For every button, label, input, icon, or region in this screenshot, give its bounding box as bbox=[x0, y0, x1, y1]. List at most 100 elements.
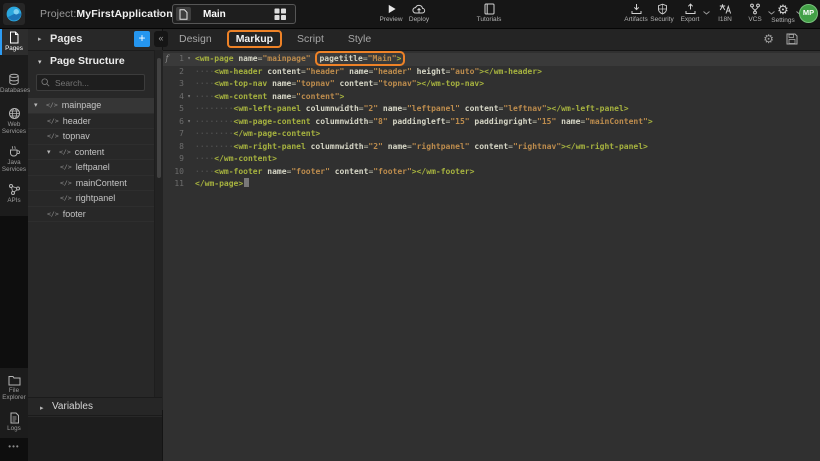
gutter-marker bbox=[163, 141, 171, 154]
rail-item-apis[interactable]: APIs bbox=[0, 180, 28, 204]
tab-style[interactable]: Style bbox=[348, 33, 371, 45]
caret-down-icon[interactable]: ▾ bbox=[34, 101, 46, 109]
line-number: 4 bbox=[171, 91, 184, 104]
code-text: ····<wm-footer name="footer" content="fo… bbox=[194, 166, 474, 179]
save-button[interactable] bbox=[786, 33, 798, 45]
log-file-icon bbox=[9, 412, 20, 424]
search-icon bbox=[41, 78, 50, 87]
panel-scrollbar[interactable] bbox=[154, 50, 163, 410]
play-icon bbox=[386, 3, 397, 15]
code-widget-icon: </> bbox=[46, 101, 58, 109]
gutter-marker bbox=[163, 178, 171, 191]
user-avatar[interactable]: MP bbox=[799, 4, 818, 23]
translate-icon bbox=[719, 3, 732, 15]
fold-caret-icon[interactable]: ▾ bbox=[184, 91, 194, 104]
wavemaker-logo-icon[interactable] bbox=[3, 3, 25, 25]
editor-tabbar: Design Markup Script Style ⚙ bbox=[163, 28, 820, 51]
fold-caret-icon[interactable]: ▾ bbox=[184, 53, 194, 66]
code-widget-icon: </> bbox=[60, 179, 72, 187]
fold-caret-icon bbox=[184, 178, 194, 191]
deploy-button[interactable]: Deploy bbox=[403, 3, 435, 23]
markup-code-editor[interactable]: f1▾<wm-page name="mainpage" pagetitle="M… bbox=[163, 50, 820, 461]
tutorials-button[interactable]: Tutorials bbox=[472, 3, 506, 23]
code-widget-icon: </> bbox=[47, 132, 59, 140]
add-page-button[interactable]: + bbox=[134, 31, 150, 47]
code-line-11[interactable]: 11</wm-page> bbox=[163, 178, 820, 191]
rail-more-button[interactable]: ••• bbox=[0, 442, 28, 451]
fold-caret-icon[interactable]: ▾ bbox=[184, 116, 194, 129]
variables-title: Variables bbox=[52, 401, 93, 412]
fold-caret-icon bbox=[184, 66, 194, 79]
i18n-button[interactable]: I18N bbox=[708, 3, 742, 23]
code-widget-icon: </> bbox=[60, 194, 72, 202]
code-text: ········</wm-page-content> bbox=[194, 128, 320, 141]
line-number: 8 bbox=[171, 141, 184, 154]
variables-section-header[interactable]: ▸ Variables bbox=[28, 397, 162, 416]
grid-view-icon[interactable] bbox=[274, 8, 287, 21]
code-line-5[interactable]: 5········<wm-left-panel columnwidth="2" … bbox=[163, 103, 820, 116]
code-line-9[interactable]: 9····</wm-content> bbox=[163, 153, 820, 166]
text-cursor bbox=[244, 178, 249, 187]
panel-scrollbar-thumb[interactable] bbox=[157, 58, 161, 178]
tree-item-mainpage[interactable]: ▾</>mainpage bbox=[28, 98, 154, 114]
code-line-10[interactable]: 10 ····<wm-footer name="footer" content="… bbox=[163, 166, 820, 179]
code-line-4[interactable]: 4▾····<wm-content name="content"> bbox=[163, 91, 820, 104]
code-line-6[interactable]: 6▾········<wm-page-content columnwidth="… bbox=[163, 116, 820, 129]
open-page-tab[interactable]: Main bbox=[172, 4, 296, 24]
rail-item-logs[interactable]: Logs bbox=[0, 409, 28, 432]
collapse-panel-button[interactable]: « bbox=[154, 31, 168, 47]
export-button[interactable]: Export bbox=[673, 3, 707, 23]
rail-item-databases[interactable]: Databases bbox=[0, 70, 28, 94]
markup-settings-gear-icon[interactable]: ⚙ bbox=[763, 32, 774, 46]
tree-item-mainContent[interactable]: </>mainContent bbox=[28, 176, 154, 192]
code-widget-icon: </> bbox=[47, 117, 59, 125]
tree-item-content[interactable]: ▾</>content bbox=[28, 145, 154, 161]
tab-markup[interactable]: Markup bbox=[227, 30, 282, 48]
line-number: 10 bbox=[171, 166, 184, 179]
tab-design[interactable]: Design bbox=[179, 33, 212, 45]
code-line-2[interactable]: 2····<wm-header content="header" name="h… bbox=[163, 66, 820, 79]
tree-item-label: topnav bbox=[63, 131, 90, 141]
project-breadcrumb: Project:MyFirstApplication bbox=[40, 8, 173, 20]
code-line-3[interactable]: 3····<wm-top-nav name="topnav" content="… bbox=[163, 78, 820, 91]
database-icon bbox=[8, 73, 20, 86]
caret-down-icon[interactable]: ▾ bbox=[38, 58, 42, 66]
folder-icon bbox=[8, 375, 21, 386]
book-icon bbox=[484, 3, 495, 15]
rail-item-pages[interactable]: Pages bbox=[0, 28, 28, 55]
tree-item-leftpanel[interactable]: </>leftpanel bbox=[28, 160, 154, 176]
code-line-1[interactable]: f1▾<wm-page name="mainpage" pagetitle="M… bbox=[163, 53, 820, 66]
structure-search[interactable] bbox=[36, 74, 145, 91]
code-text: ····</wm-content> bbox=[194, 153, 277, 166]
tree-item-header[interactable]: </>header bbox=[28, 114, 154, 130]
tree-item-topnav[interactable]: </> topnav bbox=[28, 129, 154, 145]
pages-panel-header: ▸ Pages + bbox=[28, 28, 162, 51]
code-line-8[interactable]: 8········<wm-right-panel columnwidth="2"… bbox=[163, 141, 820, 154]
rail-item-web-services[interactable]: Web Services bbox=[0, 104, 28, 135]
fold-caret-icon bbox=[184, 78, 194, 91]
pages-panel: ▸ Pages + « ▾ Page Structure ▾</>mainpag… bbox=[28, 28, 163, 461]
rail-item-java-services[interactable]: Java Services bbox=[0, 142, 28, 173]
caret-down-icon[interactable]: ▾ bbox=[47, 148, 59, 156]
rail-item-file-explorer[interactable]: File Explorer bbox=[0, 372, 28, 401]
shield-icon bbox=[657, 3, 668, 15]
gutter-marker: f bbox=[163, 53, 171, 66]
code-widget-icon: </> bbox=[60, 163, 72, 171]
caret-right-icon[interactable]: ▸ bbox=[38, 35, 42, 43]
code-widget-icon: </> bbox=[59, 148, 71, 156]
top-bar: Project:MyFirstApplication › Main Previe… bbox=[0, 0, 820, 29]
tab-script[interactable]: Script bbox=[297, 33, 324, 45]
page-structure-header[interactable]: ▾ Page Structure bbox=[28, 52, 162, 72]
activity-rail: Pages Databases Web Services Java Servic… bbox=[0, 28, 28, 461]
download-tray-icon bbox=[630, 3, 643, 15]
search-input[interactable] bbox=[53, 77, 143, 89]
tree-item-rightpanel[interactable]: </>rightpanel bbox=[28, 191, 154, 207]
fold-caret-icon bbox=[184, 166, 194, 179]
page-file-icon bbox=[176, 7, 191, 21]
caret-right-icon[interactable]: ▸ bbox=[40, 404, 44, 412]
code-text: ········<wm-page-content columnwidth="8"… bbox=[194, 116, 653, 129]
tree-item-footer[interactable]: </>footer bbox=[28, 207, 154, 223]
settings-button[interactable]: ⚙ Settings bbox=[766, 3, 800, 24]
wavemaker-studio: Project:MyFirstApplication › Main Previe… bbox=[0, 0, 820, 461]
code-line-7[interactable]: 7········</wm-page-content> bbox=[163, 128, 820, 141]
